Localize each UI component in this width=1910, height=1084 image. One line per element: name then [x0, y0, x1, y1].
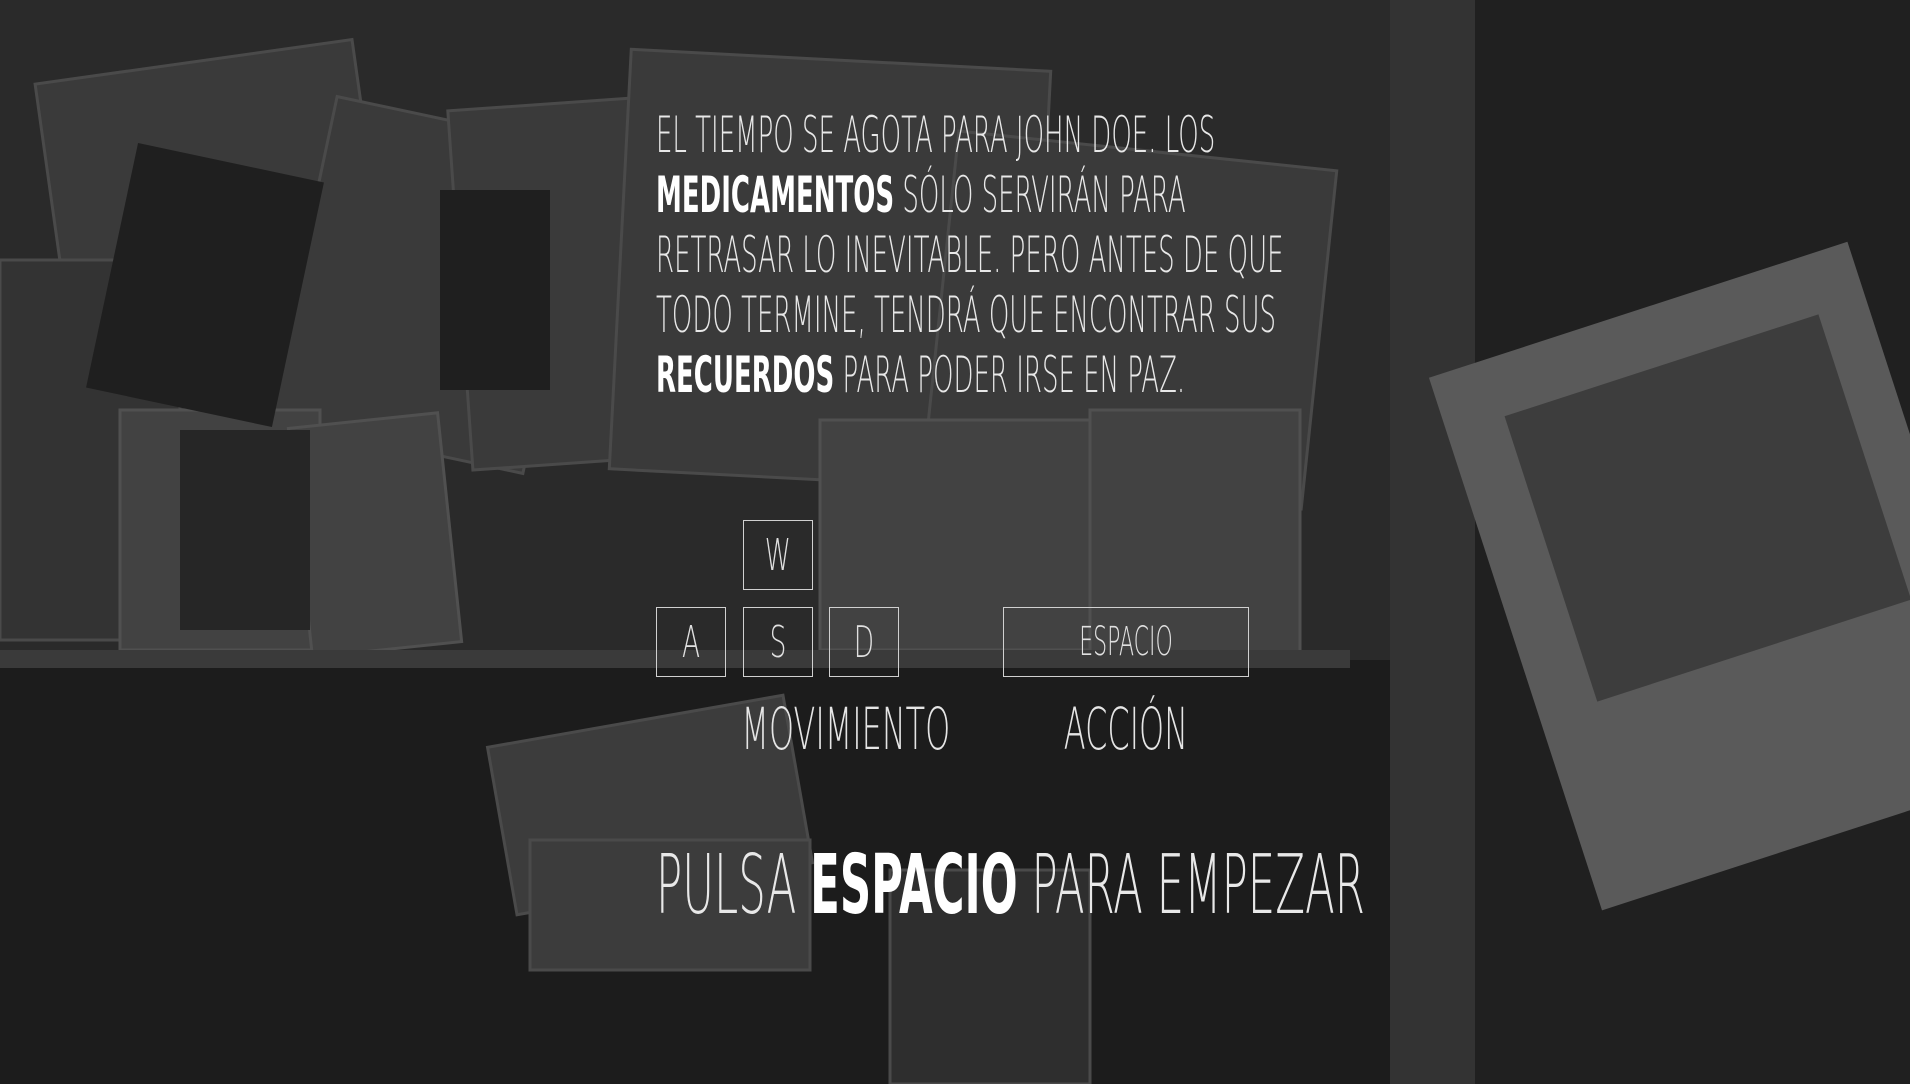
action-label: ACCIÓN — [1063, 695, 1189, 763]
start-prompt-key: ESPACIO — [810, 838, 1018, 933]
start-prompt: PULSA ESPACIO PARA EMPEZAR — [656, 838, 1910, 933]
start-prompt-suffix: PARA EMPEZAR — [1017, 838, 1365, 933]
start-prompt-prefix: PULSA — [656, 838, 811, 933]
story-line-5-text: PARA PODER IRSE EN PAZ. — [834, 346, 1186, 404]
story-line-1-text: EL TIEMPO SE AGOTA PARA JOHN DOE. LOS — [656, 106, 1216, 164]
story-line-2: MEDICAMENTOS SÓLO SERVIRÁN PARA — [656, 165, 1356, 225]
key-w: W — [743, 520, 813, 590]
story-line-4-text: TODO TERMINE, TENDRÁ QUE ENCONTRAR SUS — [656, 286, 1277, 344]
key-a: A — [656, 607, 726, 677]
story-line-5: RECUERDOS PARA PODER IRSE EN PAZ. — [656, 345, 1356, 405]
key-d: D — [829, 607, 899, 677]
highlight-recuerdos: RECUERDOS — [656, 346, 835, 404]
story-line-1: EL TIEMPO SE AGOTA PARA JOHN DOE. LOS — [656, 105, 1356, 165]
movement-label: MOVIMIENTO — [741, 695, 951, 763]
highlight-medicamentos: MEDICAMENTOS — [656, 166, 895, 224]
story-text: EL TIEMPO SE AGOTA PARA JOHN DOE. LOS ME… — [656, 105, 1356, 405]
story-line-3: RETRASAR LO INEVITABLE. PERO ANTES DE QU… — [656, 225, 1356, 285]
story-line-2-text: SÓLO SERVIRÁN PARA — [894, 166, 1186, 224]
key-space: ESPACIO — [1003, 607, 1249, 677]
key-s: S — [743, 607, 813, 677]
story-line-4: TODO TERMINE, TENDRÁ QUE ENCONTRAR SUS — [656, 285, 1356, 345]
story-line-3-text: RETRASAR LO INEVITABLE. PERO ANTES DE QU… — [656, 226, 1284, 284]
